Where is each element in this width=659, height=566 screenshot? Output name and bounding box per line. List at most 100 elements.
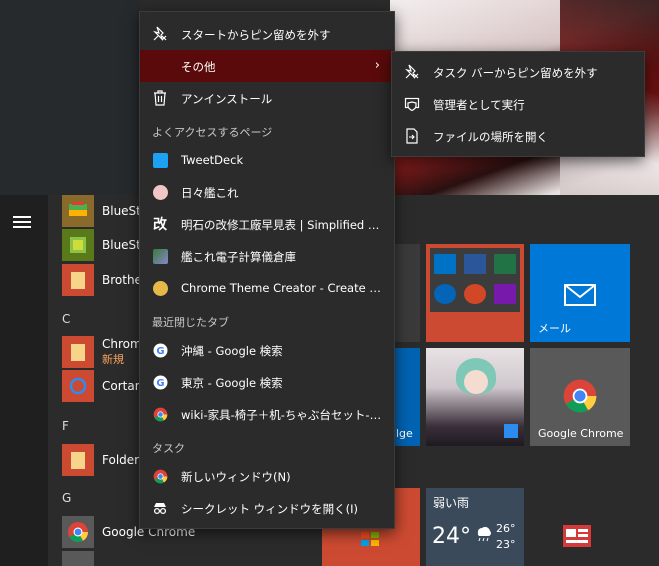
bluestacks-icon xyxy=(62,195,94,227)
weather-high: 26° xyxy=(496,522,516,535)
tile-mail[interactable]: メール xyxy=(530,244,630,342)
photo-character-face xyxy=(464,370,488,394)
tile-label: Google Chrome xyxy=(538,427,624,440)
menu-item-label: ファイルの場所を開く xyxy=(433,130,548,144)
menu-item-label: 東京 - Google 検索 xyxy=(181,376,283,390)
excel-icon xyxy=(494,254,516,274)
tile-label: メール xyxy=(538,322,571,335)
jump-item-okinawa[interactable]: G 沖縄 - Google 検索 xyxy=(140,334,394,366)
cortana-icon xyxy=(62,370,94,402)
unpin-icon xyxy=(152,26,168,42)
jump-item-tokyo[interactable]: G 東京 - Google 検索 xyxy=(140,366,394,398)
onedrive-icon xyxy=(434,284,456,304)
google-icon: G xyxy=(152,342,168,358)
shield-icon xyxy=(404,96,420,112)
site-favicon-icon xyxy=(152,184,168,200)
task-item-incognito[interactable]: シークレット ウィンドウを開く(I) xyxy=(140,492,394,524)
store-icon xyxy=(361,532,379,546)
chrome-icon xyxy=(152,468,168,484)
task-item-new-window[interactable]: 新しいウィンドウ(N) xyxy=(140,460,394,492)
menu-item-label: 新しいウィンドウ(N) xyxy=(181,470,291,484)
tile-weather[interactable]: 弱い雨 24° 26° 23° xyxy=(426,488,524,566)
section-letter-g[interactable]: G xyxy=(62,491,71,505)
jump-item-wiki[interactable]: wiki-家具-椅子＋机-ちゃぶ台セット-shop... xyxy=(140,398,394,430)
start-menu-rail xyxy=(0,195,48,566)
menu-item-more[interactable]: その他 › xyxy=(140,50,394,82)
folder-icon xyxy=(62,444,94,476)
menu-item-label: Chrome Theme Creator - Create Cust... xyxy=(181,281,386,295)
menu-item-label: アンインストール xyxy=(181,92,273,106)
jump-item-kancolle-calc[interactable]: 艦これ電子計算儀倉庫 xyxy=(140,240,394,272)
section-header-frequent: よくアクセスするページ xyxy=(152,126,273,139)
menu-item-label: タスク バーからピン留めを外す xyxy=(433,66,598,80)
jump-item-hibi-kancolle[interactable]: 日々艦これ xyxy=(140,176,394,208)
jump-item-akashi[interactable]: 改 明石の改修工廠早見表 | Simplified Ch... xyxy=(140,208,394,240)
app-icon xyxy=(62,551,94,566)
site-favicon-icon xyxy=(152,248,168,264)
folder-icon xyxy=(62,336,94,368)
onenote-icon xyxy=(494,284,516,304)
word-icon xyxy=(464,254,486,274)
menu-item-unpin-start[interactable]: スタートからピン留めを外す xyxy=(140,18,394,50)
app-item-bluestacks-1[interactable]: BlueSta xyxy=(62,195,148,227)
svg-text:G: G xyxy=(156,378,164,389)
trash-icon xyxy=(152,90,168,106)
chrome-icon xyxy=(62,516,94,548)
app-item-cortana[interactable]: Cortan xyxy=(62,370,142,402)
section-letter-f[interactable]: F xyxy=(62,419,69,433)
menu-item-label: TweetDeck xyxy=(181,153,244,167)
section-header-tasks: タスク xyxy=(152,442,185,455)
app-label: Folderl xyxy=(102,453,143,467)
menu-item-open-location[interactable]: ファイルの場所を開く xyxy=(392,120,644,152)
app-label: Brothe xyxy=(102,273,142,287)
section-header-recent: 最近閉じたタブ xyxy=(152,316,229,329)
menu-item-run-admin[interactable]: 管理者として実行 xyxy=(392,88,644,120)
app-item-bluestacks-2[interactable]: BlueSta xyxy=(62,229,148,261)
app-item-brother[interactable]: Brothe xyxy=(62,264,142,296)
menu-item-uninstall[interactable]: アンインストール xyxy=(140,82,394,114)
photos-app-icon xyxy=(504,424,518,438)
context-menu: スタートからピン留めを外す その他 › アンインストール よくアクセスするページ… xyxy=(139,11,395,529)
menu-item-unpin-taskbar[interactable]: タスク バーからピン留めを外す xyxy=(392,56,644,88)
tweetdeck-icon xyxy=(152,152,168,168)
app-label: Chrom 新規 xyxy=(102,337,142,366)
rain-cloud-icon xyxy=(477,526,491,542)
office-apps-grid xyxy=(430,248,520,312)
tile-google-chrome[interactable]: Google Chrome xyxy=(530,348,630,446)
submenu-more: タスク バーからピン留めを外す 管理者として実行 ファイルの場所を開く xyxy=(391,51,645,157)
tile-label: lge xyxy=(396,427,413,440)
mail-icon xyxy=(564,284,596,306)
incognito-icon xyxy=(152,500,168,516)
menu-item-label: 沖縄 - Google 検索 xyxy=(181,344,283,358)
app-item-chrome-folder[interactable]: Chrom 新規 xyxy=(62,336,142,368)
bluestacks-icon xyxy=(62,229,94,261)
menu-item-label: 艦これ電子計算儀倉庫 xyxy=(181,250,296,264)
powerpoint-icon xyxy=(464,284,486,304)
chrome-icon xyxy=(563,379,597,413)
weather-condition: 弱い雨 xyxy=(433,496,470,510)
tile-office[interactable] xyxy=(426,244,524,342)
tile-photo[interactable] xyxy=(426,348,524,446)
menu-item-label: wiki-家具-椅子＋机-ちゃぶ台セット-shop... xyxy=(181,408,386,422)
menu-item-label: その他 xyxy=(181,60,216,74)
app-item-partial[interactable] xyxy=(62,551,94,566)
jump-item-theme-creator[interactable]: Chrome Theme Creator - Create Cust... xyxy=(140,272,394,304)
google-icon: G xyxy=(152,374,168,390)
app-item-folderl[interactable]: Folderl xyxy=(62,444,142,476)
section-letter-c[interactable]: C xyxy=(62,312,70,326)
hamburger-menu-icon[interactable] xyxy=(13,216,31,230)
jump-item-tweetdeck[interactable]: TweetDeck xyxy=(140,144,394,176)
tile-news[interactable] xyxy=(530,488,630,566)
app-label: Cortan xyxy=(102,379,143,393)
file-location-icon xyxy=(404,128,420,144)
outlook-icon xyxy=(434,254,456,274)
svg-text:G: G xyxy=(156,346,164,357)
menu-item-label: シークレット ウィンドウを開く(I) xyxy=(181,502,359,516)
chevron-right-icon: › xyxy=(374,58,380,73)
menu-item-label: 日々艦これ xyxy=(181,186,239,200)
kai-icon: 改 xyxy=(153,217,167,233)
weather-temp: 24° xyxy=(432,524,471,549)
new-badge: 新規 xyxy=(102,353,124,366)
news-icon xyxy=(563,525,591,547)
weather-low: 23° xyxy=(496,538,516,551)
